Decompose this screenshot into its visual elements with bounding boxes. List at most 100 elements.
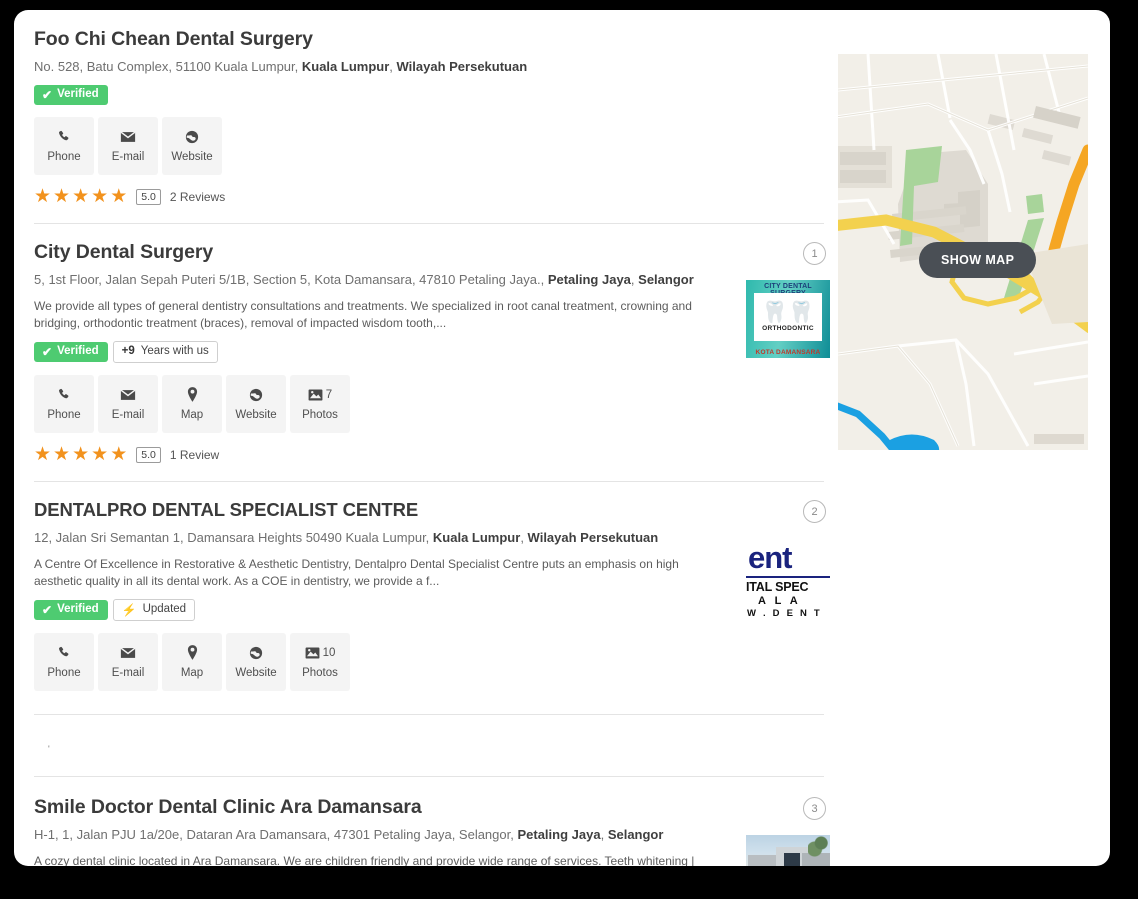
- star-icon: ★: [110, 186, 128, 207]
- address-state: Selangor: [638, 272, 694, 287]
- listing-address: 12, Jalan Sri Semantan 1, Damansara Heig…: [34, 529, 824, 546]
- website-label: Website: [235, 667, 277, 679]
- listing-badges: ✔ Verified +9 Years with us: [34, 341, 824, 363]
- results-list: Foo Chi Chean Dental Surgery No. 528, Ba…: [34, 10, 830, 866]
- listing-item: Foo Chi Chean Dental Surgery No. 528, Ba…: [34, 10, 824, 224]
- logo-mid-text: ORTHODONTIC: [762, 325, 814, 332]
- listing-title[interactable]: City Dental Surgery: [34, 240, 824, 264]
- browser-page: SHOW MAP Foo Chi Chean Dental Surgery No…: [14, 10, 1110, 866]
- listing-item: 3 Smile Doctor Dental Clinic Ara Damansa…: [34, 777, 830, 866]
- logo-box: 🦷🦷 ORTHODONTIC: [754, 293, 822, 341]
- photos-count: 10: [322, 646, 336, 659]
- email-button[interactable]: E-mail: [98, 117, 158, 175]
- phone-button[interactable]: Phone: [34, 375, 94, 433]
- phone-label: Phone: [47, 151, 81, 163]
- updated-badge: ⚡ Updated: [112, 599, 196, 621]
- phone-button[interactable]: Phone: [34, 633, 94, 691]
- rank-badge: 1: [803, 242, 826, 265]
- show-map-button[interactable]: SHOW MAP: [919, 242, 1037, 278]
- listing-logo[interactable]: ent ITAL SPEC A L A W . D E N T: [746, 540, 830, 618]
- map-pin-icon: [187, 645, 198, 660]
- review-count[interactable]: 2 Reviews: [170, 190, 225, 204]
- globe-icon: [185, 129, 199, 144]
- photos-button[interactable]: 10 Photos: [290, 633, 350, 691]
- listing-description: A cozy dental clinic located in Ara Dama…: [34, 854, 695, 866]
- page-content: SHOW MAP Foo Chi Chean Dental Surgery No…: [14, 10, 1110, 866]
- lightning-bolt-icon: ⚡: [121, 602, 137, 617]
- address-city: Petaling Jaya: [517, 827, 601, 842]
- photos-icon: 7: [308, 387, 332, 402]
- years-with-us-badge: +9 Years with us: [112, 341, 218, 363]
- listing-title[interactable]: Foo Chi Chean Dental Surgery: [34, 27, 824, 51]
- photo-shape: [808, 835, 830, 866]
- email-label: E-mail: [111, 409, 145, 421]
- city-dental-logo: CITY DENTAL SURGERY 🦷🦷 ORTHODONTIC KOTA …: [746, 280, 830, 358]
- logo-bottom-text: KOTA DAMANSARA: [755, 349, 821, 356]
- address-state: Wilayah Persekutuan: [396, 59, 528, 74]
- listing-photo[interactable]: [746, 835, 830, 866]
- check-icon: ✔: [42, 344, 53, 359]
- map-panel[interactable]: SHOW MAP: [838, 54, 1088, 450]
- ad-slot: ': [34, 715, 824, 777]
- address-state: Selangor: [607, 827, 664, 842]
- verified-label: Verified: [57, 603, 99, 615]
- listing-logo[interactable]: CITY DENTAL SURGERY 🦷🦷 ORTHODONTIC KOTA …: [746, 280, 830, 358]
- website-button[interactable]: Website: [162, 117, 222, 175]
- address-street: No. 528, Batu Complex, 51100 Kuala Lumpu…: [34, 59, 302, 74]
- listing-badges: ✔ Verified: [34, 85, 824, 105]
- website-label: Website: [235, 409, 277, 421]
- map-button[interactable]: Map: [162, 375, 222, 433]
- verified-label: Verified: [57, 345, 99, 357]
- logo-line2: ITAL SPEC: [746, 580, 809, 594]
- listing-address: 5, 1st Floor, Jalan Sepah Puteri 5/1B, S…: [34, 271, 824, 288]
- star-icon: ★: [34, 186, 52, 207]
- star-icon: ★: [72, 444, 90, 465]
- logo-line3: A L A: [758, 595, 801, 607]
- listing-title[interactable]: Smile Doctor Dental Clinic Ara Damansara: [34, 795, 824, 819]
- phone-button[interactable]: Phone: [34, 117, 94, 175]
- listing-actions: Phone E-mail Website: [34, 117, 824, 175]
- globe-icon: [249, 645, 263, 660]
- website-button[interactable]: Website: [226, 375, 286, 433]
- verified-badge: ✔ Verified: [34, 342, 108, 362]
- rating-score: 5.0: [136, 446, 161, 463]
- phone-label: Phone: [47, 667, 81, 679]
- photo-shape: [784, 853, 800, 866]
- listing-description: We provide all types of general dentistr…: [34, 299, 692, 330]
- website-label: Website: [171, 151, 213, 163]
- listing-title[interactable]: DENTALPRO DENTAL SPECIALIST CENTRE: [34, 498, 824, 522]
- phone-icon: [57, 645, 71, 660]
- verified-label: Verified: [57, 88, 99, 100]
- address-street: H-1, 1, Jalan PJU 1a/20e, Dataran Ara Da…: [34, 827, 518, 842]
- listing-actions: Phone E-mail Map Website 10 Photos: [34, 633, 824, 691]
- star-rating: ★ ★ ★ ★ ★: [34, 187, 127, 206]
- website-button[interactable]: Website: [226, 633, 286, 691]
- star-icon: ★: [91, 444, 109, 465]
- dentalpro-logo: ent ITAL SPEC A L A W . D E N T: [746, 540, 830, 618]
- rank-badge: 2: [803, 500, 826, 523]
- listing-item: 2 DENTALPRO DENTAL SPECIALIST CENTRE 12,…: [34, 482, 830, 715]
- teeth-braces-icon: 🦷🦷: [761, 301, 815, 324]
- verified-badge: ✔ Verified: [34, 85, 108, 105]
- map-pin-icon: [187, 387, 198, 402]
- email-button[interactable]: E-mail: [98, 375, 158, 433]
- map-button[interactable]: Map: [162, 633, 222, 691]
- star-icon: ★: [91, 186, 109, 207]
- map-label: Map: [180, 409, 204, 421]
- phone-icon: [57, 387, 71, 402]
- listing-badges: ✔ Verified ⚡ Updated: [34, 599, 824, 621]
- address-state: Wilayah Persekutuan: [527, 530, 659, 545]
- review-count[interactable]: 1 Review: [170, 448, 219, 462]
- globe-icon: [249, 387, 263, 402]
- star-icon: ★: [34, 444, 52, 465]
- rating-score: 5.0: [136, 188, 161, 205]
- years-text: Years with us: [140, 345, 209, 357]
- updated-label: Updated: [142, 603, 187, 615]
- email-button[interactable]: E-mail: [98, 633, 158, 691]
- star-icon: ★: [53, 444, 71, 465]
- photos-button[interactable]: 7 Photos: [290, 375, 350, 433]
- phone-label: Phone: [47, 409, 81, 421]
- address-sep: ,: [520, 530, 528, 545]
- listing-address: H-1, 1, Jalan PJU 1a/20e, Dataran Ara Da…: [34, 826, 824, 843]
- envelope-icon: [120, 129, 136, 144]
